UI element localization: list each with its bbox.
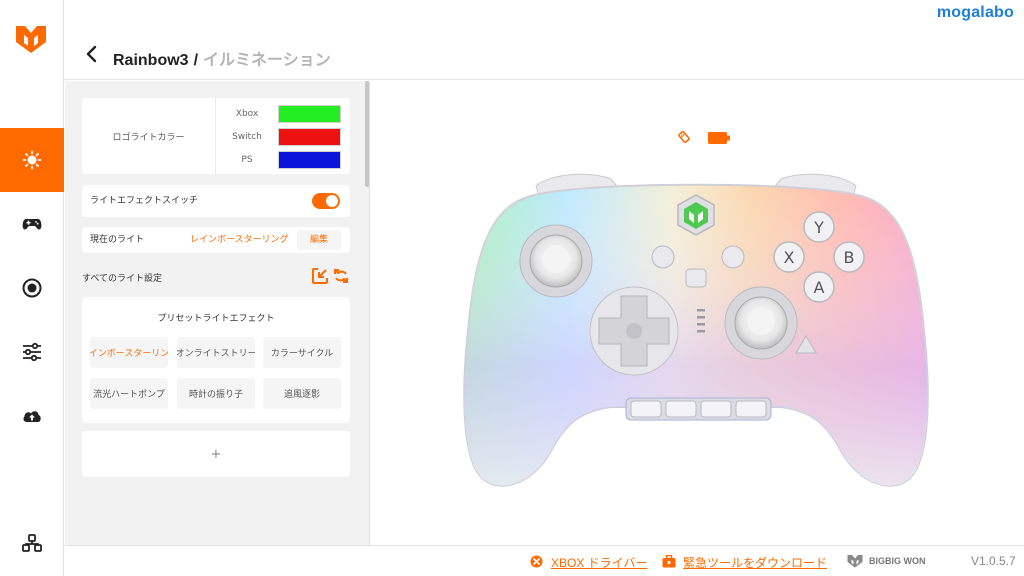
page-title: Rainbow3 [113,52,189,69]
light-icon [22,150,42,170]
preset-neon-light-stream[interactable]: ネオンライトストリーム [177,337,255,368]
record-icon [22,278,42,298]
breadcrumb: Rainbow3/イルミネーション [113,46,331,70]
scrollbar-thumb[interactable] [365,81,369,187]
logo-color-row-switch: Switch [216,125,350,149]
app-logo [16,26,46,53]
platform-label: Xbox [235,109,259,119]
page-header: Rainbow3/イルミネーション [64,30,1024,80]
logo-color-card: ロゴライトカラー Xbox Switch PS [82,98,350,174]
sidebar-item-record[interactable] [0,256,64,320]
footer: XBOX ドライバー 緊急ツールをダウンロード BIGBIG WON V1.0.… [64,545,1024,576]
preset-effects-card: プリセットライトエフェクト レインボースターリング ネオンライトストリーム カラ… [82,297,350,423]
controller-settings-icon [22,534,42,552]
preset-rainbow-star-ring[interactable]: レインボースターリング [90,337,168,368]
button-y-label: Y [813,218,824,237]
button-b-label: B [844,248,855,267]
color-swatch-xbox[interactable] [278,105,341,123]
preset-chase-shadow[interactable]: 追風逐影 [263,378,341,409]
sidebar-item-cloud[interactable] [0,384,64,448]
bigbigwon-logo-icon [847,555,863,568]
sliders-icon [23,342,41,362]
button-a-label: A [814,278,825,297]
controller-preview: Y X B A [371,81,1024,545]
logo-color-row-xbox: Xbox [216,102,350,126]
company-name: BIGBIG WON [869,556,926,566]
app-version: V1.0.5.7 [971,554,1016,568]
add-effect-button[interactable]: + [82,431,350,477]
refresh-icon[interactable] [332,267,350,285]
back-button[interactable] [82,44,102,64]
color-swatch-switch[interactable] [278,128,341,146]
page-subtitle: イルミネーション [203,52,331,69]
battery-icon [708,132,730,144]
current-light-card: 現在のライト レインボースターリング 編集 [82,227,350,253]
all-light-settings-label: すべてのライト設定 [82,274,163,284]
platform-label: Switch [232,132,262,142]
light-effect-switch-label: ライトエフェクトスイッチ [90,196,199,206]
lighting-settings-panel: ロゴライトカラー Xbox Switch PS ライトエフェクトスイッチ 現在の… [65,81,370,545]
xbox-driver-link[interactable]: XBOX ドライバー [551,554,647,571]
platform-label: PS [241,155,253,165]
sidebar-item-gamepad[interactable] [0,192,64,256]
xbox-icon [530,555,543,568]
sidebar-item-lighting[interactable] [0,128,64,192]
sidebar-item-adjust[interactable] [0,320,64,384]
preset-effects-title: プリセットライトエフェクト [157,314,275,324]
preset-heart-pump[interactable]: 流光ハートポンプ [90,378,168,409]
controller-image: Y X B A [463,173,929,487]
preset-color-cycle[interactable]: カラーサイクル [263,337,341,368]
sidebar [0,0,64,576]
toolbox-icon [662,555,676,568]
button-x-label: X [784,248,795,267]
light-effect-switch-card: ライトエフェクトスイッチ [82,185,350,217]
sidebar-item-controller-settings[interactable] [0,512,64,576]
breadcrumb-separator: / [193,52,199,69]
brand-logo: mogalabo [936,4,1014,21]
usb-connection-icon [678,131,690,143]
color-swatch-ps[interactable] [278,151,341,169]
toggle-knob [326,195,338,207]
cloud-upload-icon [23,411,41,422]
preset-pendulum[interactable]: 時計の振り子 [177,378,255,409]
edit-button[interactable]: 編集 [297,230,341,250]
light-effect-toggle[interactable] [312,193,340,209]
import-icon[interactable] [311,267,329,285]
logo-color-label: ロゴライトカラー [82,98,216,174]
gamepad-icon [22,219,42,230]
emergency-tool-download-link[interactable]: 緊急ツールをダウンロード [683,554,827,571]
current-light-label: 現在のライト [90,235,145,245]
logo-color-row-ps: PS [216,148,350,172]
current-light-value: レインボースターリング [190,235,289,245]
